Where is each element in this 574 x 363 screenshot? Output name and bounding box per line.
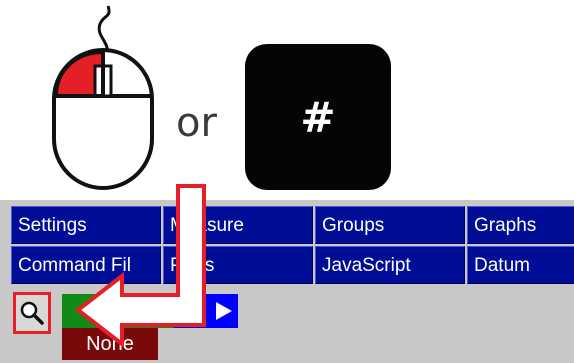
menu-groups-button[interactable]: Groups: [315, 206, 465, 244]
mouse-left-click-icon: [52, 5, 154, 190]
menu-javascript-button[interactable]: JavaScript: [315, 246, 465, 284]
menu-graphs-button[interactable]: Graphs: [467, 206, 574, 244]
selection-none-label[interactable]: None: [62, 328, 158, 360]
tutorial-image: or # Settings Measure Groups Graphs Comm…: [0, 0, 574, 363]
menu-parts-button[interactable]: Parts: [163, 246, 313, 284]
search-button[interactable]: [13, 292, 51, 334]
play-arrow-icon[interactable]: [216, 302, 232, 320]
menu-command-file-button[interactable]: Command Fil: [11, 246, 161, 284]
menu-measure-button[interactable]: Measure: [163, 206, 313, 244]
magnifier-icon: [20, 301, 44, 325]
hash-key-label: #: [300, 92, 336, 142]
hash-key-icon: #: [245, 44, 391, 190]
menu-settings-button[interactable]: Settings: [11, 206, 161, 244]
or-label: or: [176, 100, 217, 146]
menu-datum-button[interactable]: Datum: [467, 246, 574, 284]
status-green-bar[interactable]: [62, 294, 174, 328]
menu-grid: Settings Measure Groups Graphs Command F…: [11, 206, 574, 284]
